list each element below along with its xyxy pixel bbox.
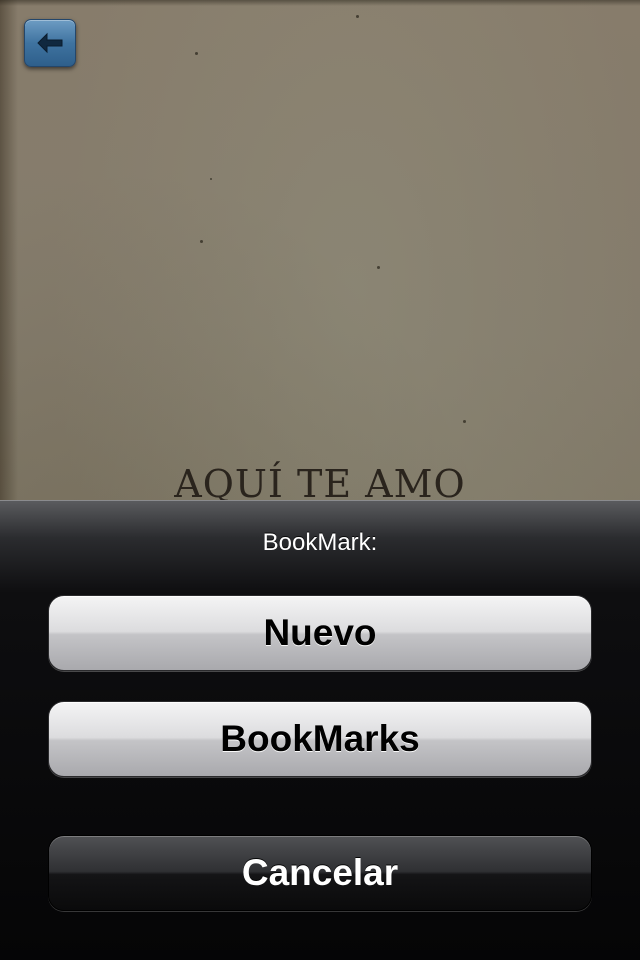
back-arrow-icon bbox=[37, 32, 63, 54]
cancel-button[interactable]: Cancelar bbox=[48, 835, 592, 911]
page-speck bbox=[195, 52, 198, 55]
page-speck bbox=[210, 178, 212, 180]
page-speck bbox=[463, 420, 466, 423]
action-sheet-title: BookMark: bbox=[262, 529, 378, 556]
bookmark-action-sheet: BookMark: Nuevo BookMarks Cancelar bbox=[0, 500, 640, 960]
back-button[interactable] bbox=[24, 19, 76, 67]
page-speck bbox=[356, 15, 359, 18]
page-speck bbox=[200, 240, 203, 243]
new-bookmark-button[interactable]: Nuevo bbox=[48, 595, 592, 671]
reader-screen: AQUÍ TE AMO BookMark: Nuevo BookMarks Ca… bbox=[0, 0, 640, 960]
new-bookmark-label: Nuevo bbox=[263, 612, 377, 653]
cancel-label: Cancelar bbox=[241, 852, 399, 893]
bookmarks-list-label: BookMarks bbox=[220, 718, 420, 759]
bookmarks-list-button[interactable]: BookMarks bbox=[48, 701, 592, 777]
page-speck bbox=[377, 266, 380, 269]
